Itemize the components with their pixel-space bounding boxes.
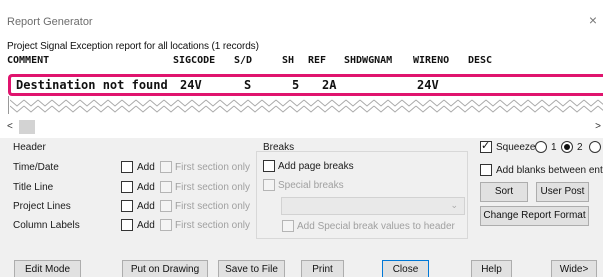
column-header-wireno: WIRENO xyxy=(413,55,450,66)
help-button[interactable]: Help xyxy=(471,260,512,277)
title-line-label: Title Line xyxy=(13,182,54,193)
list-left-edge xyxy=(8,96,9,114)
scroll-left-arrow-icon[interactable]: < xyxy=(7,121,13,132)
time-date-first-section-label: First section only xyxy=(175,162,251,173)
window-title: Report Generator xyxy=(7,16,93,28)
project-lines-add-label[interactable]: Add xyxy=(137,201,155,212)
change-report-format-button[interactable]: Change Report Format xyxy=(480,206,589,226)
wide-button[interactable]: Wide> xyxy=(551,260,597,277)
column-labels-first-section-checkbox[interactable] xyxy=(160,219,172,231)
horizontal-scrollbar[interactable]: < > xyxy=(0,119,603,135)
special-breaks-dropdown[interactable]: ⌄ xyxy=(281,197,465,215)
close-button[interactable]: Close xyxy=(382,260,429,277)
add-blanks-label[interactable]: Add blanks between entrie xyxy=(496,165,603,176)
report-header-line: Project Signal Exception report for all … xyxy=(7,41,259,52)
time-date-add-label[interactable]: Add xyxy=(137,162,155,173)
column-header-sigcode: SIGCODE xyxy=(173,55,216,66)
cell-wireno: 24V xyxy=(417,78,439,92)
column-labels-first-section-label: First section only xyxy=(175,220,251,231)
time-date-label: Time/Date xyxy=(13,162,59,173)
squeeze-radio-3[interactable] xyxy=(589,141,601,153)
sort-button[interactable]: Sort xyxy=(480,182,528,202)
edit-mode-button[interactable]: Edit Mode xyxy=(14,260,81,277)
squeeze-radio-2[interactable] xyxy=(561,141,573,153)
column-labels-add-label[interactable]: Add xyxy=(137,220,155,231)
cell-ref: 2A xyxy=(322,78,337,92)
scroll-thumb[interactable] xyxy=(19,120,35,134)
special-breaks-label: Special breaks xyxy=(278,180,344,191)
column-header-desc: DESC xyxy=(468,55,493,66)
title-line-add-label[interactable]: Add xyxy=(137,182,155,193)
squeeze-radio-2-label[interactable]: 2 xyxy=(577,142,583,153)
print-button[interactable]: Print xyxy=(301,260,344,277)
torn-edge-divider xyxy=(10,97,603,115)
time-date-add-checkbox[interactable] xyxy=(121,161,133,173)
column-header-sd: S/D xyxy=(234,55,253,66)
project-lines-label: Project Lines xyxy=(13,201,71,212)
title-line-first-section-label: First section only xyxy=(175,182,251,193)
project-lines-first-section-checkbox[interactable] xyxy=(160,200,172,212)
squeeze-label[interactable]: Squeeze xyxy=(496,142,535,153)
chevron-down-icon: ⌄ xyxy=(450,200,458,210)
special-breaks-checkbox[interactable] xyxy=(263,179,275,191)
cell-sd: S xyxy=(244,78,252,92)
options-panel: Header Time/Date Add First section only … xyxy=(0,138,603,277)
column-header-comment: COMMENT xyxy=(7,55,50,66)
close-icon[interactable]: × xyxy=(589,12,597,28)
user-post-button[interactable]: User Post xyxy=(536,182,589,202)
add-page-breaks-label[interactable]: Add page breaks xyxy=(278,161,354,172)
add-blanks-checkbox[interactable] xyxy=(480,164,492,176)
column-header-ref: REF xyxy=(308,55,327,66)
header-group-title: Header xyxy=(13,142,46,153)
add-page-breaks-checkbox[interactable] xyxy=(263,160,275,172)
title-line-add-checkbox[interactable] xyxy=(121,181,133,193)
column-header-sh: SH xyxy=(282,55,295,66)
cell-comment: Destination not found xyxy=(16,78,168,92)
project-lines-first-section-label: First section only xyxy=(175,201,251,212)
project-lines-add-checkbox[interactable] xyxy=(121,200,133,212)
squeeze-radio-1[interactable] xyxy=(535,141,547,153)
scroll-right-arrow-icon[interactable]: > xyxy=(595,121,601,132)
title-bar: Report Generator × xyxy=(0,0,603,38)
table-row[interactable]: Destination not found 24V S 5 2A 24V xyxy=(0,78,603,92)
save-to-file-button[interactable]: Save to File xyxy=(218,260,285,277)
put-on-drawing-button[interactable]: Put on Drawing xyxy=(122,260,208,277)
column-labels-add-checkbox[interactable] xyxy=(121,219,133,231)
add-special-values-checkbox[interactable] xyxy=(282,220,294,232)
add-special-values-label: Add Special break values to header xyxy=(297,221,455,232)
column-headers: COMMENT SIGCODE S/D SH REF SHDWGNAM WIRE… xyxy=(0,55,603,69)
title-line-first-section-checkbox[interactable] xyxy=(160,181,172,193)
squeeze-radio-1-label[interactable]: 1 xyxy=(551,142,557,153)
cell-sh: 5 xyxy=(292,78,300,92)
time-date-first-section-checkbox[interactable] xyxy=(160,161,172,173)
squeeze-checkbox[interactable] xyxy=(480,139,492,153)
column-header-shdwgnam: SHDWGNAM xyxy=(344,55,393,66)
column-labels-label: Column Labels xyxy=(13,220,80,231)
cell-sigcode: 24V xyxy=(180,78,202,92)
